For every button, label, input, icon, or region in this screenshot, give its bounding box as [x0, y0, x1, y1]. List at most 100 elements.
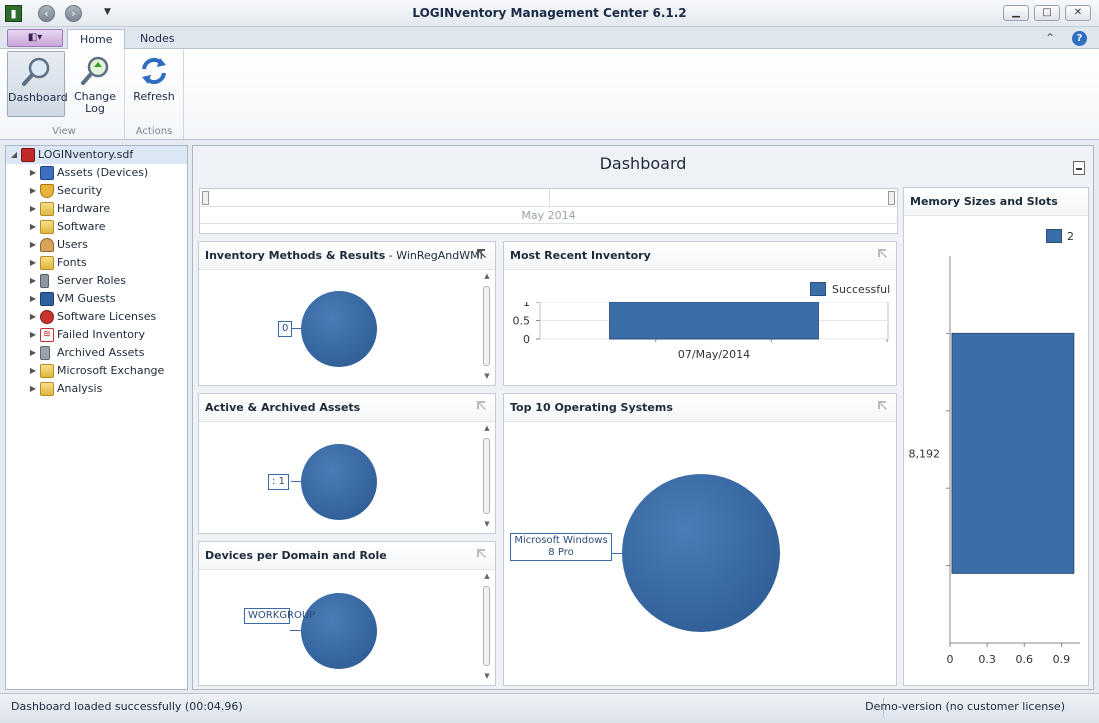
tree-item-fonts[interactable]: ▶ Fonts — [28, 254, 87, 272]
panel-inventory-methods: Inventory Methods & Results - WinRegAndW… — [198, 241, 496, 386]
tab-home[interactable]: Home — [67, 29, 126, 50]
pin-icon[interactable] — [476, 248, 487, 259]
scroll-down-icon[interactable]: ▼ — [481, 520, 493, 530]
tree-item-vm-guests[interactable]: ▶ VM Guests — [28, 290, 116, 308]
x-tick-label: 0.6 — [1016, 653, 1034, 666]
tree-item-label: VM Guests — [57, 292, 116, 305]
range-divider — [549, 189, 550, 207]
scroll-down-icon[interactable]: ▼ — [481, 372, 493, 382]
panel-header: Inventory Methods & Results - WinRegAndW… — [199, 242, 495, 270]
tree-item-microsoft-exchange[interactable]: ▶ Microsoft Exchange — [28, 362, 164, 380]
panel-header: Most Recent Inventory — [504, 242, 896, 270]
panel-domain-role: Devices per Domain and Role WORKGROUP ▲ … — [198, 541, 496, 686]
chart-bubble — [301, 444, 377, 520]
expand-arrow-icon[interactable]: ▶ — [28, 380, 38, 398]
pin-icon[interactable] — [476, 548, 487, 559]
panel-memory: Memory Sizes and Slots 2 0 0.3 0.6 0.9 8,192 — [903, 187, 1089, 686]
tree-item-software[interactable]: ▶ Software — [28, 218, 106, 236]
devices-icon — [40, 166, 54, 180]
collapse-arrow-icon[interactable]: ◢ — [9, 146, 19, 164]
expand-arrow-icon[interactable]: ▶ — [28, 200, 38, 218]
bar — [951, 332, 1075, 574]
expand-arrow-icon[interactable]: ▶ — [28, 254, 38, 272]
database-icon — [21, 148, 35, 162]
legend-swatch — [1046, 229, 1062, 243]
y-tick-label: 8,192 — [909, 447, 941, 460]
ribbon: Dashboard Change Log View Refresh Action… — [0, 49, 1099, 140]
dashboard-button[interactable]: Dashboard — [7, 51, 68, 117]
expand-arrow-icon[interactable]: ▶ — [28, 290, 38, 308]
archive-icon — [40, 346, 50, 360]
application-menu-button[interactable]: ◧▾ — [7, 29, 63, 47]
refresh-icon — [142, 57, 166, 85]
callout-leader — [291, 481, 301, 482]
magnifier-icon — [22, 57, 50, 86]
legend-swatch — [810, 282, 826, 296]
tree-item-hardware[interactable]: ▶ Hardware — [28, 200, 110, 218]
range-end-handle[interactable] — [888, 191, 895, 205]
expand-arrow-icon[interactable]: ▶ — [28, 236, 38, 254]
ribbon-group-view-label: View — [52, 126, 76, 137]
expand-arrow-icon[interactable]: ▶ — [28, 164, 38, 182]
expand-arrow-icon[interactable]: ▶ — [28, 326, 38, 344]
refresh-button[interactable]: Refresh — [125, 51, 183, 117]
dashboard-button-label: Dashboard — [8, 91, 68, 104]
tree-item-archived-assets[interactable]: ▶ Archived Assets — [28, 344, 144, 362]
tree-item-label: Assets (Devices) — [57, 166, 149, 179]
tree-item-assets[interactable]: ▶ Assets (Devices) — [28, 164, 148, 182]
date-range-selector[interactable]: May 2014 — [199, 188, 898, 234]
scroll-up-icon[interactable]: ▲ — [481, 272, 493, 282]
pin-icon[interactable] — [476, 400, 487, 411]
minimize-button[interactable]: ▁ — [1003, 5, 1029, 21]
folder-icon — [40, 202, 54, 216]
tab-nodes[interactable]: Nodes — [128, 29, 186, 50]
panel-title: Top 10 Operating Systems — [510, 401, 673, 414]
collapse-ribbon-icon[interactable]: ⌃ — [1045, 31, 1055, 45]
help-icon[interactable]: ? — [1072, 31, 1087, 46]
panel-most-recent: Most Recent Inventory Successful 0 0.5 1 07… — [503, 241, 897, 386]
expand-arrow-icon[interactable]: ▶ — [28, 362, 38, 380]
vertical-scrollbar[interactable]: ▲ ▼ — [481, 272, 493, 384]
tree-item-server-roles[interactable]: ▶ Server Roles — [28, 272, 126, 290]
tree-item-root[interactable]: ◢ LOGINventory.sdf — [9, 146, 133, 164]
tree-item-software-licenses[interactable]: ▶ Software Licenses — [28, 308, 156, 326]
expand-arrow-icon[interactable]: ▶ — [28, 308, 38, 326]
expand-arrow-icon[interactable]: ▶ — [28, 344, 38, 362]
scroll-thumb[interactable] — [483, 586, 490, 666]
scroll-thumb[interactable] — [483, 438, 490, 514]
folder-icon — [40, 382, 54, 396]
close-button[interactable]: ✕ — [1065, 5, 1091, 21]
tree-item-security[interactable]: ▶ Security — [28, 182, 102, 200]
pin-icon[interactable] — [877, 248, 888, 259]
panel-title-text: Inventory Methods & Results — [205, 249, 386, 262]
expand-arrow-icon[interactable]: ▶ — [28, 182, 38, 200]
shield-icon — [40, 184, 54, 198]
change-log-button[interactable]: Change Log — [66, 51, 124, 117]
refresh-button-label: Refresh — [133, 90, 175, 103]
scroll-thumb[interactable] — [483, 286, 490, 366]
legend-label: 2 — [1067, 230, 1074, 243]
pin-icon[interactable] — [877, 400, 888, 411]
tree-item-label: Failed Inventory — [57, 328, 145, 341]
ribbon-group-actions-label: Actions — [135, 126, 173, 137]
range-start-handle[interactable] — [202, 191, 209, 205]
panel-title: Memory Sizes and Slots — [910, 195, 1058, 208]
scroll-up-icon[interactable]: ▲ — [481, 572, 493, 582]
window-title: LOGINventory Management Center 6.1.2 — [412, 6, 687, 20]
chart-bubble — [301, 593, 377, 669]
expand-arrow-icon[interactable]: ▶ — [28, 218, 38, 236]
vertical-scrollbar[interactable]: ▲ ▼ — [481, 572, 493, 684]
panel-title: Most Recent Inventory — [510, 249, 651, 262]
panel-active-archived: Active & Archived Assets : 1 ▲ ▼ — [198, 393, 496, 534]
expand-arrow-icon[interactable]: ▶ — [28, 272, 38, 290]
license-icon — [40, 310, 54, 324]
panel-title: Inventory Methods & Results - WinRegAndW… — [205, 249, 483, 262]
tree-item-failed-inventory[interactable]: ▶ ≋ Failed Inventory — [28, 326, 145, 344]
maximize-button[interactable]: □ — [1034, 5, 1060, 21]
tree-item-analysis[interactable]: ▶ Analysis — [28, 380, 102, 398]
vertical-scrollbar[interactable]: ▲ ▼ — [481, 424, 493, 532]
scroll-up-icon[interactable]: ▲ — [481, 424, 493, 434]
tree-item-users[interactable]: ▶ Users — [28, 236, 88, 254]
scroll-down-icon[interactable]: ▼ — [481, 672, 493, 682]
export-icon[interactable] — [1073, 161, 1085, 175]
